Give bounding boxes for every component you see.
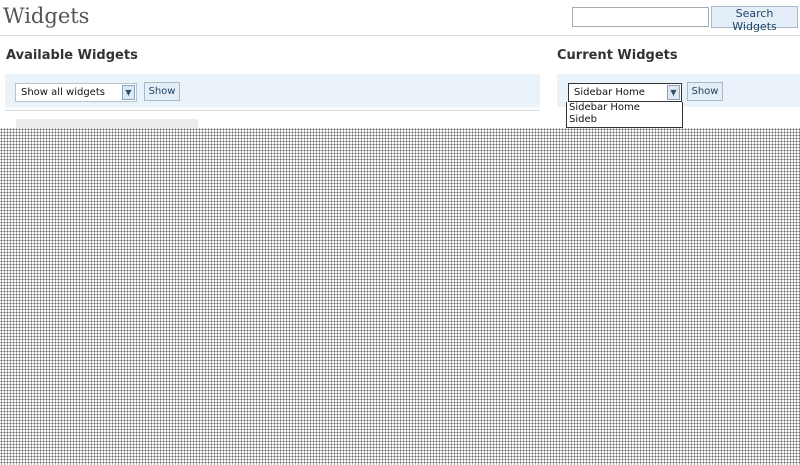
search-widgets-button[interactable]: Search Widgets: [711, 6, 798, 33]
widget-filter-value: Show all widgets: [21, 87, 105, 98]
sidebar-select-value: Sidebar Home: [574, 87, 645, 98]
current-show-button[interactable]: Show: [687, 82, 723, 101]
current-widgets-heading: Current Widgets: [557, 48, 678, 63]
dithered-overlay: [0, 128, 800, 465]
sidebar-select[interactable]: Sidebar Home ▼: [568, 83, 682, 102]
dropdown-option[interactable]: Sidebar Home: [567, 102, 682, 114]
search-input[interactable]: [572, 7, 709, 27]
chevron-down-icon[interactable]: ▼: [122, 85, 135, 100]
dropdown-option[interactable]: Sideb: [567, 114, 682, 126]
chevron-down-icon[interactable]: ▼: [667, 85, 680, 100]
available-divider: [5, 110, 540, 111]
header-divider: [0, 35, 800, 36]
available-show-button[interactable]: Show: [144, 82, 180, 101]
widget-filter-select[interactable]: Show all widgets ▼: [15, 83, 137, 102]
sidebar-dropdown-list[interactable]: Sidebar Home Sideb: [566, 102, 683, 128]
available-widgets-heading: Available Widgets: [6, 48, 138, 63]
page-title: Widgets: [3, 4, 90, 28]
